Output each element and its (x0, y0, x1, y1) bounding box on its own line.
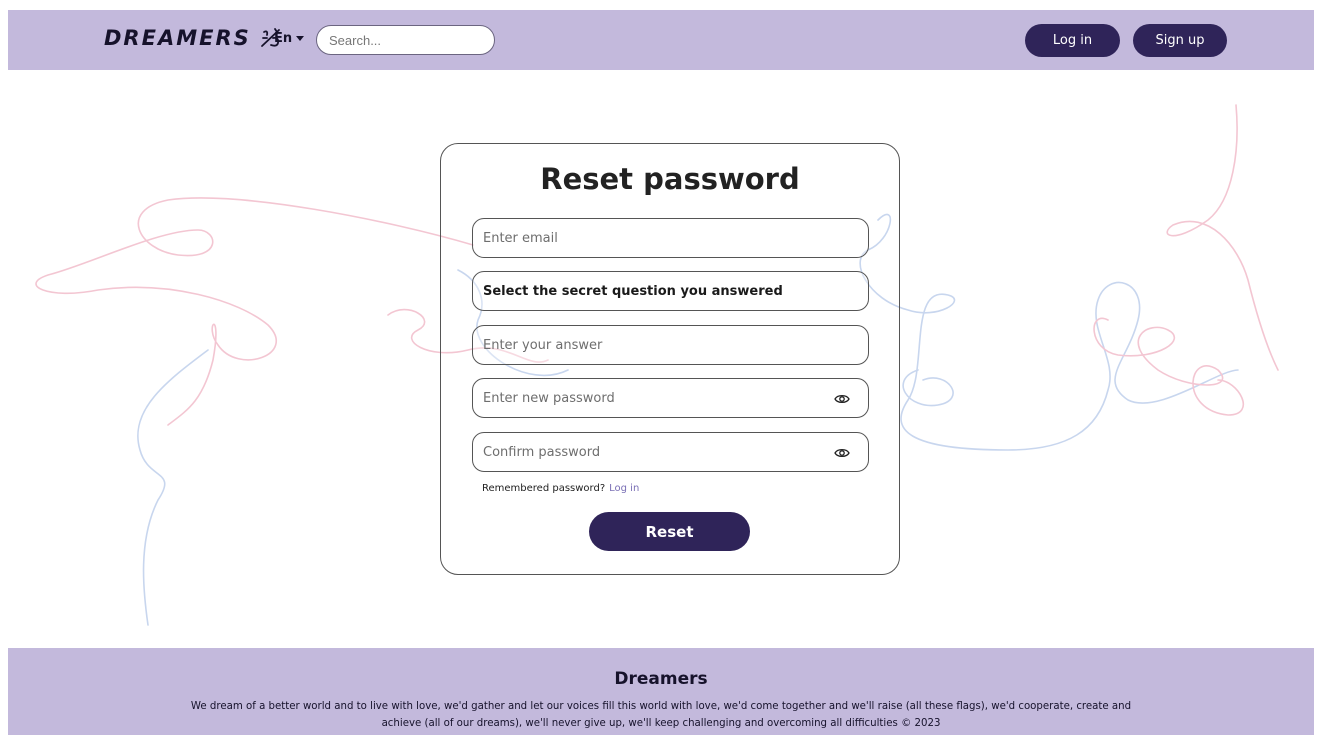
page-frame: DREAMERS En Log in Sign up Reset pas (8, 10, 1314, 735)
search-input[interactable] (316, 25, 495, 55)
footer-text: We dream of a better world and to live w… (190, 701, 1132, 729)
login-link[interactable]: Log in (609, 483, 639, 494)
remembered-password-row: Remembered password? Log in (482, 483, 639, 494)
email-field[interactable] (483, 230, 858, 246)
doodle-pink-left (35, 197, 474, 426)
login-button[interactable]: Log in (1025, 24, 1120, 57)
answer-field-wrapper (472, 325, 869, 365)
doodle-blue-right (859, 213, 1239, 451)
eye-icon[interactable] (834, 445, 850, 461)
doodle-pink-loops (1093, 317, 1244, 416)
language-label: En (274, 31, 293, 46)
doodle-blue-left (137, 349, 209, 626)
brand-logo[interactable]: DREAMERS (104, 26, 283, 50)
confirm-password-field[interactable] (483, 444, 858, 460)
doodle-pink-right (1166, 104, 1279, 371)
footer: Dreamers We dream of a better world and … (8, 648, 1314, 735)
language-dropdown[interactable]: En (274, 31, 305, 46)
signup-button[interactable]: Sign up (1133, 24, 1227, 57)
secret-question-label: Select the secret question you answered (483, 283, 783, 299)
new-password-field-wrapper (472, 378, 869, 418)
caret-down-icon (296, 36, 305, 41)
new-password-field[interactable] (483, 390, 858, 406)
answer-field[interactable] (483, 337, 858, 353)
secret-question-select[interactable]: Select the secret question you answered (472, 271, 869, 311)
confirm-password-field-wrapper (472, 432, 869, 472)
reset-password-card: Reset password Select the secret questio… (440, 143, 900, 575)
doodle-blue-loop (902, 369, 954, 407)
remembered-password-text: Remembered password? (482, 483, 606, 494)
page-title: Reset password (540, 162, 800, 196)
footer-title: Dreamers (614, 669, 708, 689)
reset-button[interactable]: Reset (589, 512, 750, 551)
email-field-wrapper (472, 218, 869, 258)
eye-icon[interactable] (834, 391, 850, 407)
logo-text: DREAMERS (104, 26, 251, 50)
top-navbar: DREAMERS En Log in Sign up (8, 10, 1314, 70)
